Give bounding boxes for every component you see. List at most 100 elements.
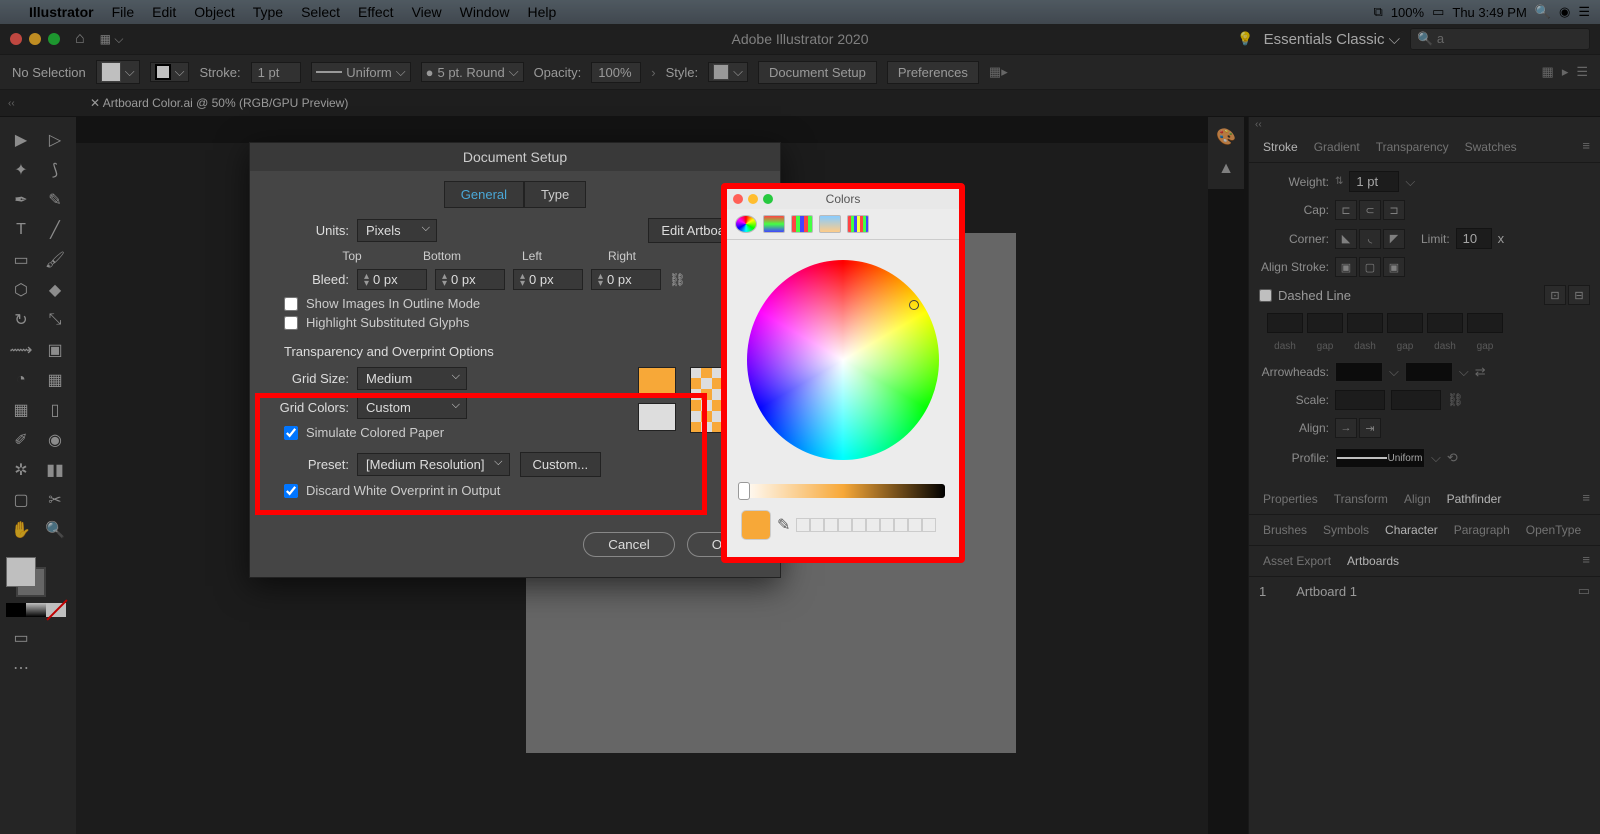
bleed-left[interactable]: ▴▾0 px bbox=[513, 269, 583, 290]
arrow-scale-end[interactable] bbox=[1391, 390, 1441, 410]
fill-stroke-colors[interactable] bbox=[6, 557, 70, 597]
align-inside[interactable]: ▢ bbox=[1359, 257, 1381, 277]
tab-opentype[interactable]: OpenType bbox=[1518, 517, 1589, 543]
menu-object[interactable]: Object bbox=[185, 4, 243, 20]
menu-view[interactable]: View bbox=[403, 4, 451, 20]
close-icon[interactable] bbox=[733, 194, 743, 204]
tab-gradient[interactable]: Gradient bbox=[1306, 134, 1368, 160]
app-name[interactable]: Illustrator bbox=[20, 4, 103, 20]
zoom-icon[interactable] bbox=[48, 33, 60, 45]
flip-icon[interactable]: ⟲ bbox=[1447, 450, 1458, 466]
artboard-tool[interactable]: ▢ bbox=[6, 487, 36, 513]
menu-help[interactable]: Help bbox=[518, 4, 565, 20]
symbol-sprayer-tool[interactable]: ✲ bbox=[6, 457, 36, 483]
minimize-icon[interactable] bbox=[748, 194, 758, 204]
width-tool[interactable]: ⟿ bbox=[6, 337, 36, 363]
libraries-panel-icon[interactable]: ▲ bbox=[1214, 157, 1238, 181]
discard-overprint-checkbox[interactable]: Discard White Overprint in Output bbox=[284, 483, 756, 498]
dialog-tab-type[interactable]: Type bbox=[524, 181, 586, 208]
gap-2[interactable] bbox=[1387, 313, 1423, 333]
rotate-tool[interactable]: ↻ bbox=[6, 307, 36, 333]
workspace-switcher[interactable]: Essentials Classic ⌵ bbox=[1264, 31, 1400, 48]
tab-transform[interactable]: Transform bbox=[1326, 486, 1396, 512]
shaper-tool[interactable]: ⬡ bbox=[6, 277, 36, 303]
grid-color-1[interactable] bbox=[638, 367, 676, 395]
gap-3[interactable] bbox=[1467, 313, 1503, 333]
limit-input[interactable]: 10 bbox=[1456, 228, 1492, 249]
slider-thumb[interactable] bbox=[738, 482, 750, 500]
cancel-button[interactable]: Cancel bbox=[583, 532, 675, 557]
opacity-input[interactable]: 100% bbox=[591, 62, 641, 83]
tab-pathfinder[interactable]: Pathfinder bbox=[1439, 486, 1510, 512]
tab-stroke[interactable]: Stroke bbox=[1255, 134, 1306, 160]
swap-icon[interactable]: ⇄ bbox=[1475, 364, 1486, 380]
color-panel-icon[interactable]: 🎨 bbox=[1214, 125, 1238, 149]
panel-menu-icon[interactable]: ≡ bbox=[1578, 486, 1594, 512]
list-icon[interactable]: ☰ bbox=[1576, 64, 1588, 80]
minimize-icon[interactable] bbox=[29, 33, 41, 45]
graphic-style[interactable]: ⌵ bbox=[708, 62, 748, 82]
window-controls[interactable] bbox=[10, 33, 60, 45]
gradient-tool[interactable]: ▯ bbox=[40, 397, 70, 423]
cap-round[interactable]: ⊂ bbox=[1359, 200, 1381, 220]
color-mode-color[interactable] bbox=[6, 603, 26, 617]
arrange-icon[interactable]: ▦ ⌵ bbox=[100, 32, 124, 47]
color-mode-palettes[interactable] bbox=[791, 215, 813, 233]
brightness-slider[interactable] bbox=[741, 484, 945, 498]
brush-select[interactable]: ● 5 pt. Round ⌵ bbox=[421, 62, 524, 82]
simulate-paper-checkbox[interactable]: Simulate Colored Paper bbox=[284, 425, 618, 440]
panel-menu-icon[interactable]: ≡ bbox=[1578, 134, 1594, 160]
menu-window[interactable]: Window bbox=[451, 4, 519, 20]
tab-document[interactable]: ✕ Artboard Color.ai @ 50% (RGB/GPU Previ… bbox=[80, 92, 358, 114]
wifi-icon[interactable]: ⧉ bbox=[1374, 4, 1383, 20]
profile-select[interactable]: Uniform bbox=[1335, 448, 1425, 468]
color-wheel[interactable] bbox=[747, 260, 939, 460]
color-mode-sliders[interactable] bbox=[763, 215, 785, 233]
arrow-scale-start[interactable] bbox=[1335, 390, 1385, 410]
gap-1[interactable] bbox=[1307, 313, 1343, 333]
units-select[interactable]: Pixels bbox=[357, 219, 437, 242]
link-bleed-icon[interactable]: ⛓ bbox=[669, 272, 686, 288]
dash-2[interactable] bbox=[1347, 313, 1383, 333]
pen-tool[interactable]: ✒ bbox=[6, 187, 36, 213]
search-input[interactable]: 🔍 a bbox=[1410, 28, 1590, 50]
stroke-swatch[interactable]: ⌵ bbox=[150, 62, 190, 82]
weight-input[interactable]: 1 pt bbox=[1349, 171, 1399, 192]
color-marker[interactable] bbox=[909, 300, 919, 310]
line-tool[interactable]: ╱ bbox=[40, 217, 70, 243]
corner-round[interactable]: ◟ bbox=[1359, 229, 1381, 249]
rectangle-tool[interactable]: ▭ bbox=[6, 247, 36, 273]
dialog-tab-general[interactable]: General bbox=[444, 181, 524, 208]
tab-properties[interactable]: Properties bbox=[1255, 486, 1326, 512]
dash-preserve[interactable]: ⊡ bbox=[1544, 285, 1566, 305]
ruler-icon[interactable]: ▦ bbox=[1542, 64, 1554, 80]
mesh-tool[interactable]: ▦ bbox=[6, 397, 36, 423]
grid-colors-select[interactable]: Custom bbox=[357, 396, 467, 419]
zoom-tool[interactable]: 🔍 bbox=[40, 517, 70, 543]
home-icon[interactable]: ⌂ bbox=[75, 30, 85, 48]
tab-artboards[interactable]: Artboards bbox=[1339, 548, 1407, 574]
outline-mode-checkbox[interactable]: Show Images In Outline Mode bbox=[284, 296, 756, 311]
eyedropper-icon[interactable]: ✎ bbox=[777, 515, 790, 535]
dash-3[interactable] bbox=[1427, 313, 1463, 333]
edit-toolbar[interactable]: ⋯ bbox=[6, 655, 36, 681]
snap-icon[interactable]: ▸ bbox=[1562, 64, 1569, 80]
color-mode-image[interactable] bbox=[819, 215, 841, 233]
tab-symbols[interactable]: Symbols bbox=[1315, 517, 1377, 543]
lasso-tool[interactable]: ⟆ bbox=[40, 157, 70, 183]
hand-tool[interactable]: ✋ bbox=[6, 517, 36, 543]
menu-type[interactable]: Type bbox=[244, 4, 292, 20]
corner-miter[interactable]: ◣ bbox=[1335, 229, 1357, 249]
siri-icon[interactable]: ◉ bbox=[1559, 4, 1570, 20]
artboard-row[interactable]: 1 Artboard 1 ▭ bbox=[1249, 577, 1600, 605]
arrow-align-2[interactable]: ⇥ bbox=[1359, 418, 1381, 438]
bleed-bottom[interactable]: ▴▾0 px bbox=[435, 269, 505, 290]
grid-color-2[interactable] bbox=[638, 403, 676, 431]
panel-menu-icon[interactable]: ≡ bbox=[1578, 548, 1594, 574]
slice-tool[interactable]: ✂ bbox=[40, 487, 70, 513]
highlight-glyphs-checkbox[interactable]: Highlight Substituted Glyphs bbox=[284, 315, 756, 330]
cap-square[interactable]: ⊐ bbox=[1383, 200, 1405, 220]
tab-align[interactable]: Align bbox=[1396, 486, 1439, 512]
cap-butt[interactable]: ⊏ bbox=[1335, 200, 1357, 220]
preset-select[interactable]: [Medium Resolution] bbox=[357, 453, 510, 476]
